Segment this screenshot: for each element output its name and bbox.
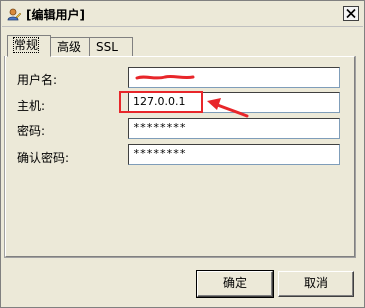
confirm-password-label: 确认密码: (17, 151, 70, 165)
edit-user-dialog: [编辑用户] 常规 高级 SSL 用户名: 主机: 127.0.0.1 密码: … (0, 0, 365, 308)
annotation-highlight-box (119, 91, 203, 113)
tab-general-label: 常规 (12, 37, 40, 53)
tab-advanced[interactable]: 高级 (50, 37, 90, 56)
title-bar[interactable]: [编辑用户] (2, 2, 363, 27)
host-label: 主机: (17, 99, 46, 113)
tab-ssl[interactable]: SSL (89, 37, 133, 56)
cancel-button[interactable]: 取消 (278, 271, 354, 297)
confirm-password-value: ******** (133, 147, 186, 160)
window-title: [编辑用户] (26, 8, 85, 22)
password-label: 密码: (17, 124, 46, 138)
password-value: ******** (133, 121, 186, 134)
tab-advanced-label: 高级 (57, 40, 82, 54)
close-button[interactable] (343, 6, 359, 21)
username-redaction-scribble (135, 74, 195, 80)
user-edit-icon (7, 7, 22, 21)
ok-button[interactable]: 确定 (196, 270, 274, 298)
tab-ssl-label: SSL (96, 40, 118, 54)
username-label: 用户名: (17, 73, 58, 87)
confirm-password-field[interactable]: ******** (128, 144, 340, 165)
username-field[interactable] (128, 67, 340, 88)
tab-strip: 常规 高级 SSL (7, 35, 347, 57)
tab-general[interactable]: 常规 (7, 35, 51, 57)
password-field[interactable]: ******** (128, 118, 340, 139)
